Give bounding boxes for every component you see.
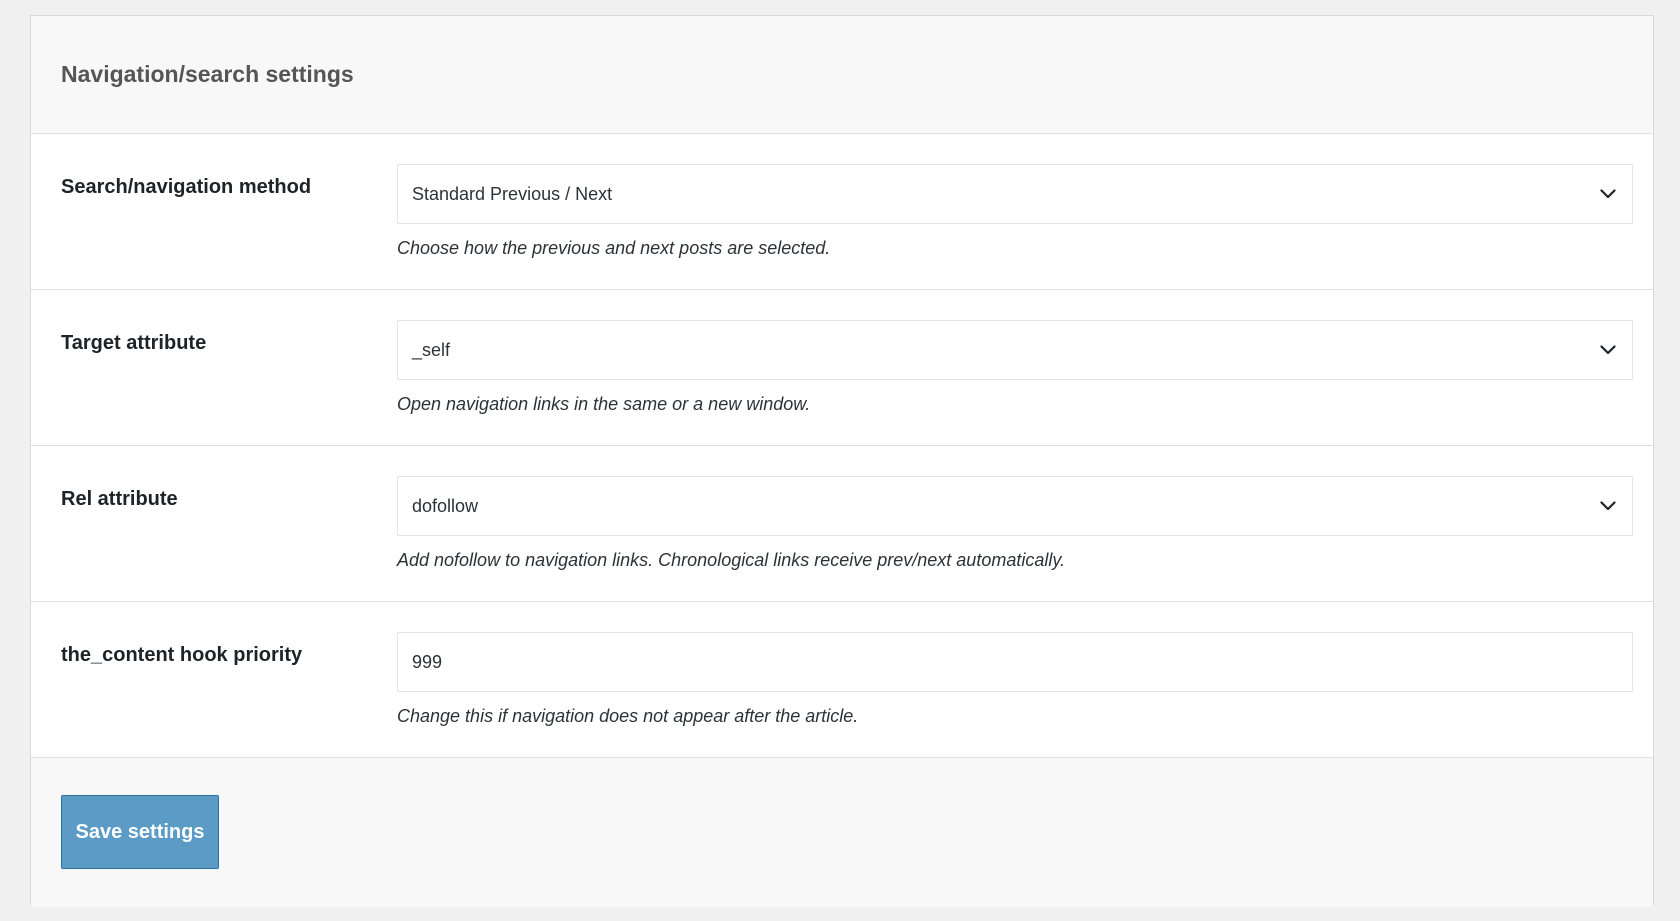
chevron-down-icon: [1598, 184, 1618, 204]
setting-row-navigation-method: Search/navigation method Standard Previo…: [31, 134, 1653, 290]
setting-row-target-attribute: Target attribute _self Open navigation l…: [31, 290, 1653, 446]
hook-priority-value: 999: [412, 651, 443, 672]
panel-footer: Save settings: [31, 758, 1653, 907]
settings-panel: Navigation/search settings Search/naviga…: [30, 15, 1654, 907]
rel-attribute-label: Rel attribute: [61, 488, 178, 510]
panel-header: Navigation/search settings: [31, 16, 1653, 134]
rel-attribute-select[interactable]: dofollow: [397, 476, 1633, 536]
navigation-method-description: Choose how the previous and next posts a…: [397, 238, 831, 258]
target-attribute-label: Target attribute: [61, 332, 207, 354]
hook-priority-input[interactable]: 999: [397, 632, 1633, 692]
hook-priority-description: Change this if navigation does not appea…: [397, 706, 859, 726]
target-attribute-selected-value: _self: [412, 339, 451, 360]
rel-attribute-selected-value: dofollow: [412, 495, 479, 516]
hook-priority-label: the_content hook priority: [61, 644, 303, 666]
navigation-method-select[interactable]: Standard Previous / Next: [397, 164, 1633, 224]
target-attribute-description: Open navigation links in the same or a n…: [397, 394, 811, 414]
setting-row-hook-priority: the_content hook priority 999 Change thi…: [31, 602, 1653, 758]
setting-row-rel-attribute: Rel attribute dofollow Add nofollow to n…: [31, 446, 1653, 602]
rel-attribute-description: Add nofollow to navigation links. Chrono…: [397, 550, 1066, 570]
navigation-method-selected-value: Standard Previous / Next: [412, 183, 613, 204]
page-title: Navigation/search settings: [61, 61, 354, 87]
chevron-down-icon: [1598, 340, 1618, 360]
navigation-method-label: Search/navigation method: [61, 176, 312, 198]
save-settings-button[interactable]: Save settings: [61, 795, 219, 869]
target-attribute-select[interactable]: _self: [397, 320, 1633, 380]
chevron-down-icon: [1598, 496, 1618, 516]
